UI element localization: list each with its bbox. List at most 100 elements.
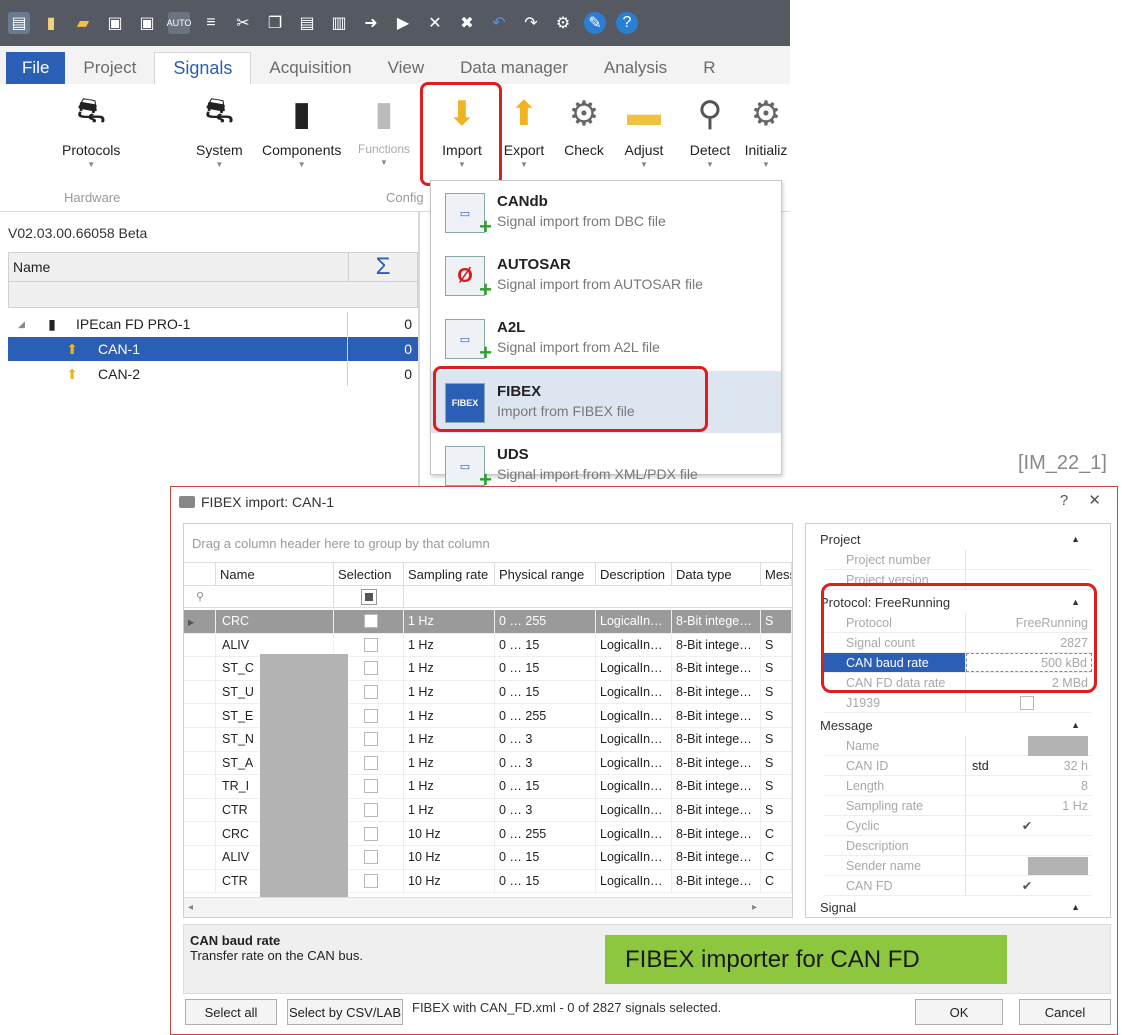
app-icon[interactable]: ▤: [8, 12, 30, 34]
col-sampling-rate[interactable]: Sampling rate: [404, 563, 495, 585]
col-name[interactable]: Name: [216, 563, 334, 585]
protocols-button[interactable]: ⛐ Protocols ▼: [62, 92, 120, 169]
message-header[interactable]: Message ▲: [820, 714, 1090, 736]
tree-row-can2[interactable]: ⬆ CAN-2 0: [8, 362, 418, 386]
expand-icon[interactable]: ◢: [8, 319, 28, 330]
menu-item-sub: Signal import from AUTOSAR file: [497, 276, 703, 292]
detect-button[interactable]: ⚲ Detect ▼: [688, 92, 732, 169]
tab-data-manager[interactable]: Data manager: [442, 52, 586, 84]
prop-sampling-rate[interactable]: Sampling rate 1 Hz: [824, 796, 1092, 816]
sum-icon[interactable]: Σ: [349, 253, 417, 281]
check-button[interactable]: ⚙ Check: [562, 92, 606, 158]
project-header[interactable]: Project ▲: [820, 528, 1090, 550]
wrench-icon[interactable]: ✎: [584, 12, 606, 34]
select-all-checkbox[interactable]: [334, 586, 404, 607]
row-checkbox[interactable]: [363, 755, 378, 770]
filter-name[interactable]: [216, 586, 334, 607]
menu-item-autosar[interactable]: Ø + AUTOSAR Signal import from AUTOSAR fil…: [431, 244, 781, 306]
prop-cyclic[interactable]: Cyclic ✔: [824, 816, 1092, 836]
prop-project-number[interactable]: Project number: [824, 550, 1092, 570]
paste-special-icon[interactable]: ▥: [328, 12, 350, 34]
export-small-icon[interactable]: ▶: [392, 12, 414, 34]
components-button[interactable]: ▮ Components ▼: [262, 92, 341, 169]
grid-header: Name Selection Sampling rate Physical ra…: [184, 562, 792, 586]
import-small-icon[interactable]: ➜: [360, 12, 382, 34]
row-checkbox[interactable]: [363, 614, 378, 629]
tree-col-name[interactable]: Name: [9, 253, 349, 281]
tab-signals[interactable]: Signals: [154, 52, 252, 84]
prop-can-id[interactable]: CAN ID std 32 h: [824, 756, 1092, 776]
prop-name[interactable]: Name: [824, 735, 1092, 756]
j1939-checkbox[interactable]: [1020, 695, 1034, 710]
ok-button[interactable]: OK: [915, 999, 1003, 1025]
col-data-type[interactable]: Data type: [672, 563, 761, 585]
delete-icon[interactable]: ✕: [424, 12, 446, 34]
scroll-left-icon[interactable]: ◂: [188, 902, 193, 913]
row-indicator: [184, 869, 216, 893]
select-by-csv-button[interactable]: Select by CSV/LAB: [287, 999, 403, 1025]
prop-can-fd[interactable]: CAN FD ✔: [824, 876, 1092, 896]
row-checkbox[interactable]: [363, 873, 378, 888]
redo-icon[interactable]: ↷: [520, 12, 542, 34]
collapse-icon[interactable]: ▲: [1071, 902, 1080, 912]
tab-view[interactable]: View: [370, 52, 443, 84]
tab-acquisition[interactable]: Acquisition: [251, 52, 369, 84]
col-description[interactable]: Description: [596, 563, 672, 585]
tab-analysis[interactable]: Analysis: [586, 52, 685, 84]
tree-filter-row[interactable]: [8, 282, 418, 308]
row-checkbox[interactable]: [363, 850, 378, 865]
row-checkbox[interactable]: [363, 803, 378, 818]
paste-icon[interactable]: ▤: [296, 12, 318, 34]
adjust-button[interactable]: ▬ Adjust ▼: [622, 92, 666, 170]
tab-r[interactable]: R: [685, 52, 733, 84]
prop-description[interactable]: Description: [824, 836, 1092, 856]
row-checkbox[interactable]: [363, 708, 378, 723]
cut-icon[interactable]: ✂: [232, 12, 254, 34]
tools-icon[interactable]: ✖: [456, 12, 478, 34]
col-selection[interactable]: Selection: [334, 563, 404, 585]
dialog-controls[interactable]: ? ✕: [1060, 491, 1109, 509]
row-checkbox[interactable]: [363, 732, 378, 747]
row-checkbox[interactable]: [363, 779, 378, 794]
prop-sender-name[interactable]: Sender name: [824, 856, 1092, 876]
row-checkbox[interactable]: [363, 685, 378, 700]
initialize-button[interactable]: ⚙ Initializ ▼: [744, 92, 788, 169]
settings-icon[interactable]: ⚙: [552, 12, 574, 34]
group-panel-hint[interactable]: Drag a column header here to group by th…: [192, 536, 490, 551]
table-row[interactable]: ▸ CRC 1 Hz 0 … 255 LogicalIn… 8-Bit intege… S: [184, 610, 792, 634]
menu-item-candb[interactable]: ▭ + CANdb Signal import from DBC file: [431, 181, 781, 243]
menu-item-a2l[interactable]: ▭ + A2L Signal import from A2L file: [431, 307, 781, 369]
save-as-icon[interactable]: ▣: [136, 12, 158, 34]
horizontal-scrollbar[interactable]: ◂ ▸: [184, 897, 792, 917]
prop-length[interactable]: Length 8: [824, 776, 1092, 796]
open-icon[interactable]: ▰: [72, 12, 94, 34]
signal-header[interactable]: Signal ▲: [820, 896, 1090, 917]
help-icon[interactable]: ?: [616, 12, 638, 34]
system-button[interactable]: ⛐ System ▼: [196, 92, 243, 169]
row-checkbox[interactable]: [363, 661, 378, 676]
row-checkbox[interactable]: [363, 826, 378, 841]
undo-icon[interactable]: ↶: [488, 12, 510, 34]
collapse-icon[interactable]: ▲: [1071, 534, 1080, 544]
banner-label: FIBEX importer for CAN FD: [605, 935, 1007, 984]
tree-row-can1[interactable]: ⬆ CAN-1 0: [8, 337, 418, 361]
export-button[interactable]: ⬆ Export ▼: [502, 92, 546, 169]
prop-j1939[interactable]: J1939: [824, 693, 1092, 713]
collapse-icon[interactable]: ▲: [1071, 720, 1080, 730]
filter-icon[interactable]: ⚲: [184, 586, 216, 607]
select-all-button[interactable]: Select all: [185, 999, 277, 1025]
cancel-button[interactable]: Cancel: [1019, 999, 1111, 1025]
save-icon[interactable]: ▣: [104, 12, 126, 34]
new-icon[interactable]: ▮: [40, 12, 62, 34]
row-checkbox[interactable]: [363, 637, 378, 652]
col-message[interactable]: Mess: [761, 563, 792, 585]
functions-button[interactable]: ▮ Functions ▼: [358, 92, 410, 167]
scroll-right-icon[interactable]: ▸: [752, 902, 757, 913]
tab-file[interactable]: File: [6, 52, 66, 84]
auto-icon[interactable]: AUTO: [167, 12, 191, 34]
tree-row-device[interactable]: ◢ ▮ IPEcan FD PRO-1 0: [8, 312, 418, 336]
list-icon[interactable]: ≡: [200, 12, 222, 34]
tab-project[interactable]: Project: [65, 52, 154, 84]
col-physical-range[interactable]: Physical range: [495, 563, 596, 585]
copy-icon[interactable]: ❐: [264, 12, 286, 34]
